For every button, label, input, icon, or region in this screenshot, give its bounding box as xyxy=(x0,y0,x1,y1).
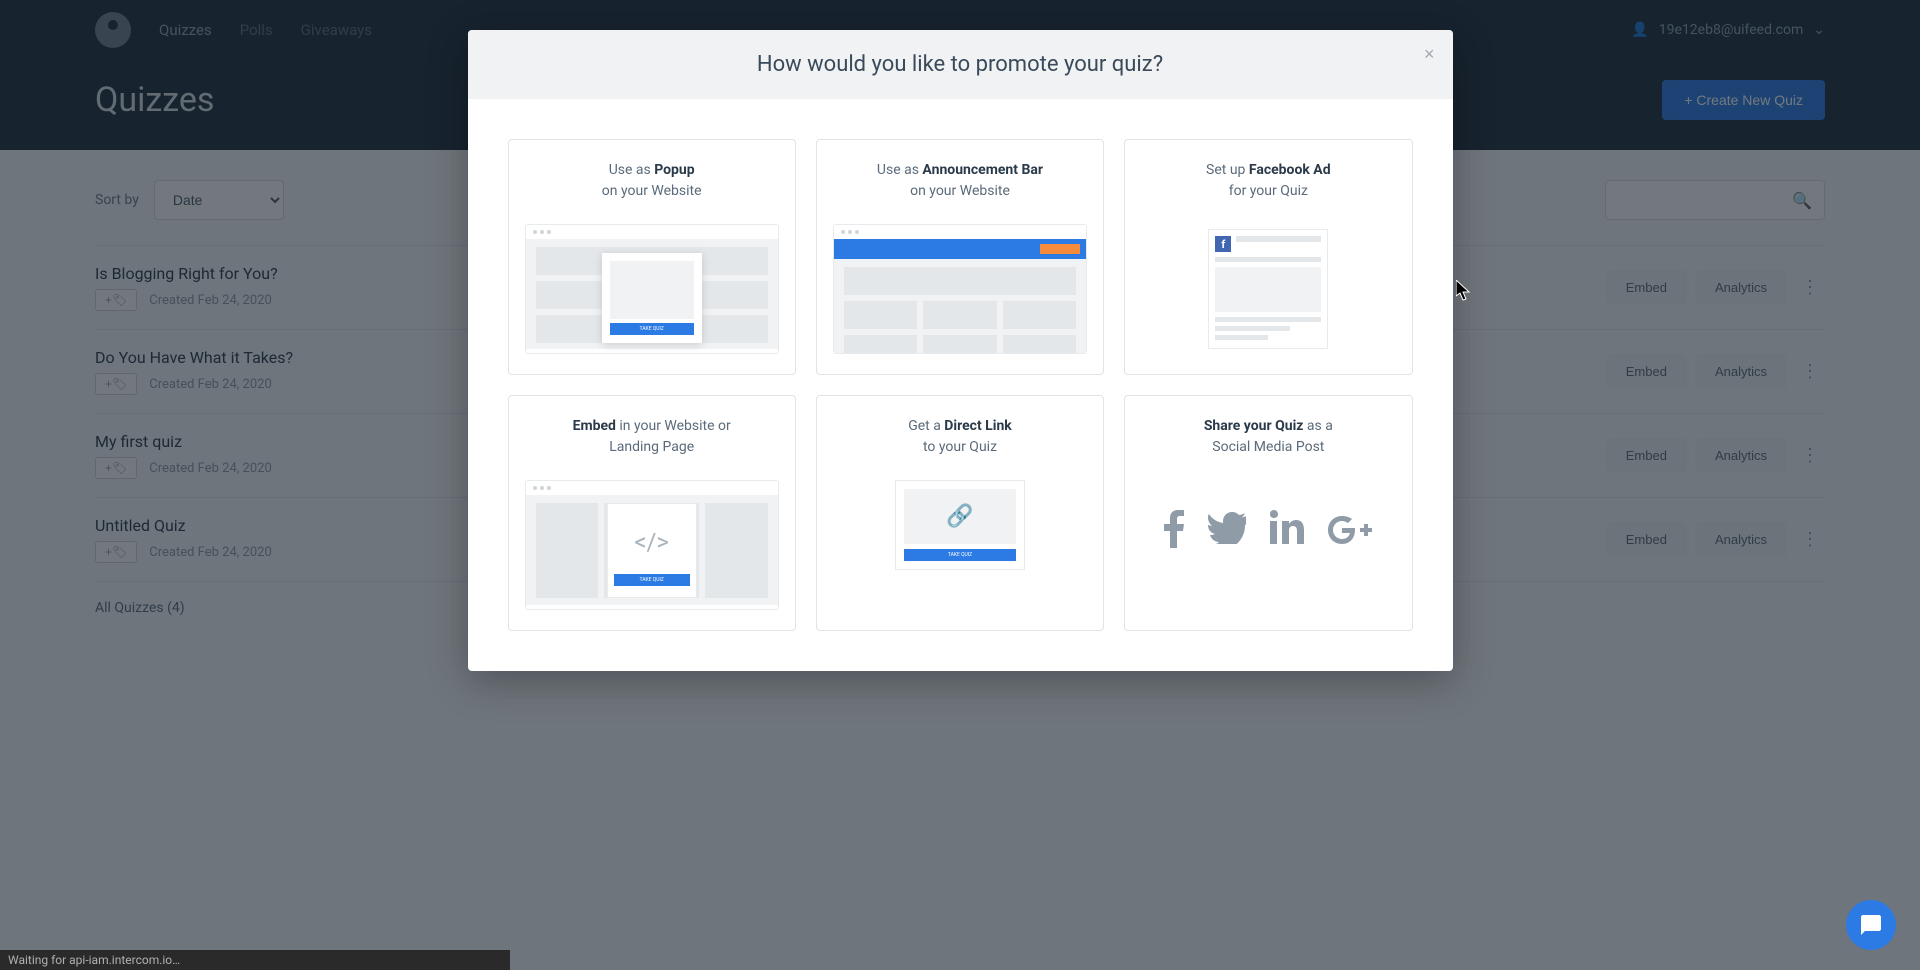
option-popup-label: Use as Popup on your Website xyxy=(525,160,779,202)
option-fb-label: Set up Facebook Ad for your Quiz xyxy=(1141,160,1395,202)
google-plus-icon[interactable] xyxy=(1328,510,1372,558)
option-popup[interactable]: Use as Popup on your Website TAKE QUIZ xyxy=(508,139,796,375)
social-icons xyxy=(1141,480,1395,558)
option-announcement-bar[interactable]: Use as Announcement Bar on your Website xyxy=(816,139,1104,375)
option-social-share[interactable]: Share your Quiz as a Social Media Post xyxy=(1124,395,1412,631)
twitter-icon[interactable] xyxy=(1208,510,1246,558)
option-social-label: Share your Quiz as a Social Media Post xyxy=(1141,416,1395,458)
option-facebook-ad[interactable]: Set up Facebook Ad for your Quiz f xyxy=(1124,139,1412,375)
fb-preview: f xyxy=(1141,224,1395,354)
close-icon[interactable]: × xyxy=(1424,44,1435,65)
option-direct-link[interactable]: Get a Direct Link to your Quiz 🔗 TAKE QU… xyxy=(816,395,1104,631)
modal-overlay[interactable]: How would you like to promote your quiz?… xyxy=(0,0,1920,970)
chat-widget[interactable] xyxy=(1846,900,1896,950)
link-preview: 🔗 TAKE QUIZ xyxy=(833,480,1087,610)
option-link-label: Get a Direct Link to your Quiz xyxy=(833,416,1087,458)
option-embed-label: Embed in your Website or Landing Page xyxy=(525,416,779,458)
option-anno-label: Use as Announcement Bar on your Website xyxy=(833,160,1087,202)
popup-preview: TAKE QUIZ xyxy=(525,224,779,354)
option-embed[interactable]: Embed in your Website or Landing Page </… xyxy=(508,395,796,631)
promote-modal: How would you like to promote your quiz?… xyxy=(468,30,1453,671)
linkedin-icon[interactable] xyxy=(1270,510,1304,558)
embed-preview: </> TAKE QUIZ xyxy=(525,480,779,610)
modal-title: How would you like to promote your quiz? xyxy=(490,52,1431,77)
facebook-icon[interactable] xyxy=(1164,510,1184,558)
status-bar: Waiting for api-iam.intercom.io… xyxy=(0,950,510,970)
anno-preview xyxy=(833,224,1087,354)
